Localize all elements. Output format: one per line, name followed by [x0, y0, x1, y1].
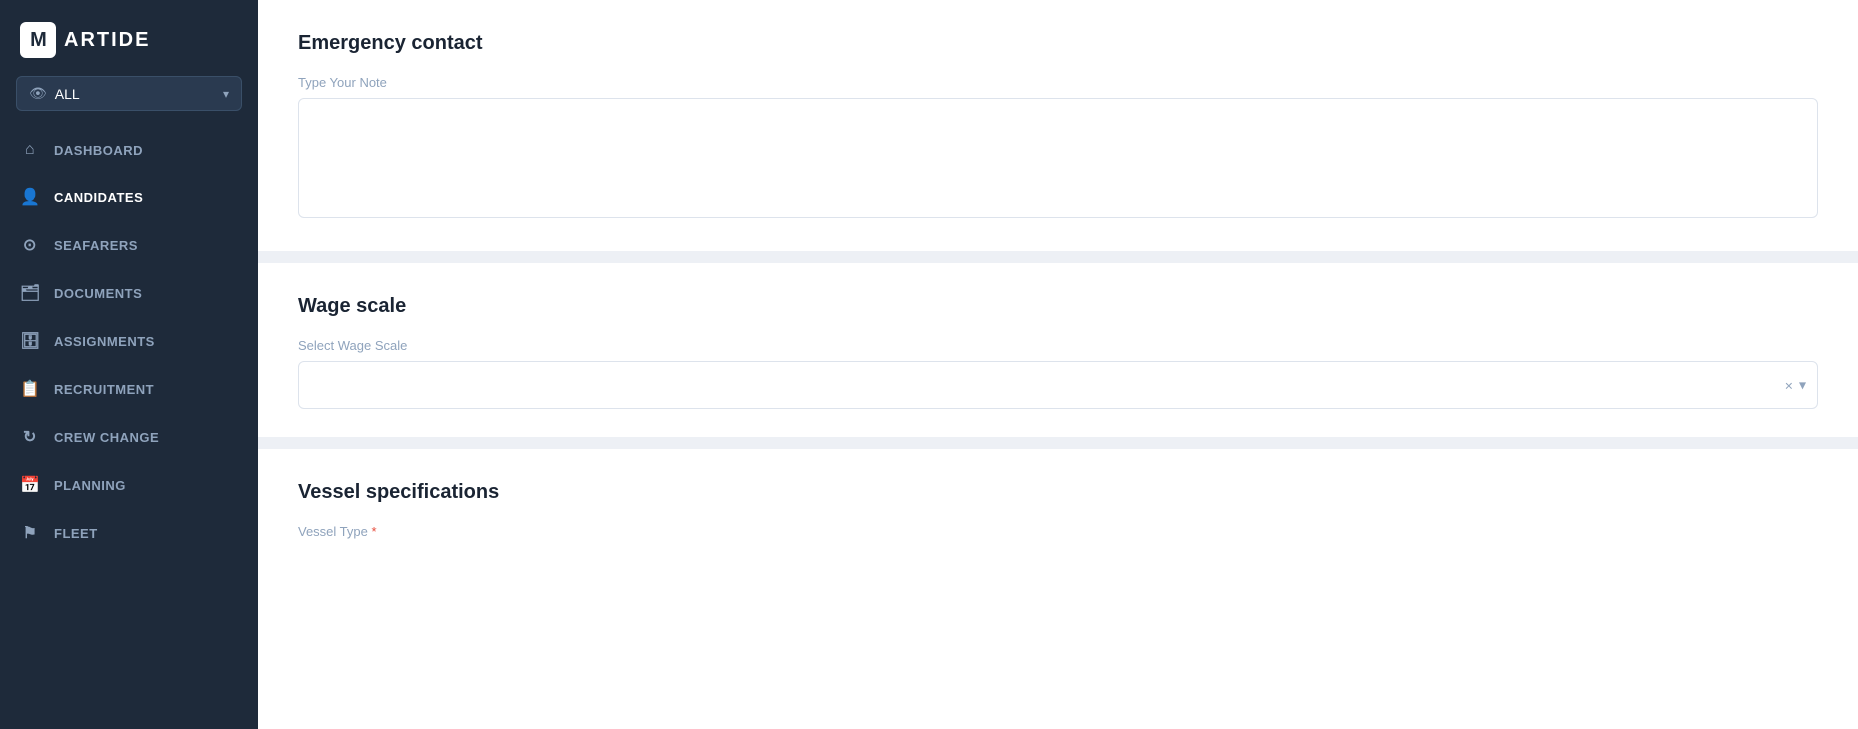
wage-scale-label: Select Wage Scale — [298, 338, 1818, 353]
divider-2 — [258, 437, 1858, 449]
sidebar-item-seafarers[interactable]: ⊙ SEAFARERS — [0, 221, 258, 269]
vessel-specifications-title: Vessel specifications — [298, 481, 1818, 504]
filter-left: 👁 ALL — [29, 85, 80, 102]
sidebar: M ARTIDE 👁 ALL ▾ ⌂ DASHBOARD 👤 CANDIDATE… — [0, 0, 258, 729]
chevron-down-icon: ▾ — [223, 87, 229, 101]
filter-label: ALL — [55, 86, 80, 102]
sidebar-item-assignments[interactable]: 🗄 ASSIGNMENTS — [0, 317, 258, 365]
sidebar-item-label: RECRUITMENT — [54, 382, 154, 397]
sidebar-item-dashboard[interactable]: ⌂ DASHBOARD — [0, 127, 258, 173]
divider-1 — [258, 251, 1858, 263]
vessel-specifications-section: Vessel specifications Vessel Type * — [258, 449, 1858, 575]
candidates-icon: 👤 — [20, 187, 40, 207]
note-textarea[interactable] — [298, 98, 1818, 218]
documents-icon: 🗂 — [20, 283, 40, 303]
dashboard-icon: ⌂ — [20, 141, 40, 159]
main-content: Emergency contact Type Your Note Wage sc… — [258, 0, 1858, 729]
sidebar-item-label: FLEET — [54, 526, 98, 541]
sidebar-item-label: CANDIDATES — [54, 190, 143, 205]
sidebar-item-label: SEAFARERS — [54, 238, 138, 253]
wage-scale-select[interactable] — [298, 361, 1818, 409]
emergency-contact-section: Emergency contact Type Your Note — [258, 0, 1858, 251]
eye-icon: 👁 — [29, 85, 47, 102]
sidebar-item-crew-change[interactable]: ↻ CREW CHANGE — [0, 413, 258, 461]
fleet-icon: ⚑ — [20, 523, 40, 543]
sidebar-item-candidates[interactable]: 👤 CANDIDATES — [0, 173, 258, 221]
required-marker: * — [372, 524, 377, 539]
crew-change-icon: ↻ — [20, 427, 40, 447]
logo-icon: M — [20, 22, 56, 58]
filter-area: 👁 ALL ▾ — [16, 76, 242, 111]
emergency-contact-title: Emergency contact — [298, 32, 1818, 55]
vessel-type-label: Vessel Type * — [298, 524, 1818, 539]
sidebar-item-recruitment[interactable]: 📋 RECRUITMENT — [0, 365, 258, 413]
logo-text: ARTIDE — [64, 29, 150, 52]
nav-items: ⌂ DASHBOARD 👤 CANDIDATES ⊙ SEAFARERS 🗂 D… — [0, 127, 258, 729]
sidebar-item-label: ASSIGNMENTS — [54, 334, 155, 349]
all-filter-select[interactable]: 👁 ALL ▾ — [16, 76, 242, 111]
sidebar-item-label: CREW CHANGE — [54, 430, 159, 445]
wage-scale-title: Wage scale — [298, 295, 1818, 318]
wage-scale-wrapper: × ▾ — [298, 361, 1818, 409]
sidebar-item-label: DASHBOARD — [54, 143, 143, 158]
sidebar-item-documents[interactable]: 🗂 DOCUMENTS — [0, 269, 258, 317]
logo-letter: M — [30, 29, 46, 52]
sidebar-item-label: PLANNING — [54, 478, 126, 493]
sidebar-item-planning[interactable]: 📅 PLANNING — [0, 461, 258, 509]
planning-icon: 📅 — [20, 475, 40, 495]
wage-scale-section: Wage scale Select Wage Scale × ▾ — [258, 263, 1858, 437]
logo-area: M ARTIDE — [0, 0, 258, 76]
note-label: Type Your Note — [298, 75, 1818, 90]
sidebar-item-label: DOCUMENTS — [54, 286, 142, 301]
recruitment-icon: 📋 — [20, 379, 40, 399]
seafarers-icon: ⊙ — [20, 235, 40, 255]
sidebar-item-fleet[interactable]: ⚑ FLEET — [0, 509, 258, 557]
assignments-icon: 🗄 — [20, 331, 40, 351]
